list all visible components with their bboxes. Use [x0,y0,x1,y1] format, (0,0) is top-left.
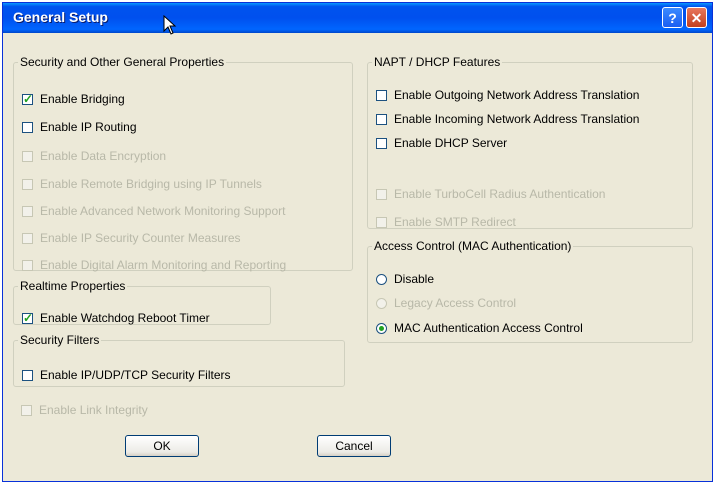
radio-button[interactable] [376,322,387,334]
ok-button[interactable]: OK [125,435,199,457]
security-properties-legend: Security and Other General Properties [20,55,225,69]
checkbox-box[interactable] [376,216,387,228]
checkbox-label: Enable SMTP Redirect [394,215,516,229]
cancel-button[interactable]: Cancel [317,435,391,457]
enable-ip-security-checkbox[interactable]: Enable IP Security Counter Measures [22,230,241,246]
checkbox-label: Enable DHCP Server [394,136,508,150]
enable-security-filters-checkbox[interactable]: Enable IP/UDP/TCP Security Filters [22,367,231,383]
enable-turbocell-radius-checkbox[interactable]: Enable TurboCell Radius Authentication [376,186,605,202]
checkbox-box[interactable] [22,178,33,190]
checkbox-label: Enable IP/UDP/TCP Security Filters [40,368,231,382]
security-filters-legend: Security Filters [20,333,100,347]
checkbox-box[interactable] [22,259,33,271]
title-bar[interactable]: General Setup ? ✕ [3,3,712,33]
checkbox-label: Enable Data Encryption [40,149,167,163]
checkbox-box[interactable] [22,232,33,244]
enable-digital-alarm-checkbox[interactable]: Enable Digital Alarm Monitoring and Repo… [22,257,286,273]
checkbox-box[interactable] [376,137,387,149]
checkbox-box[interactable] [21,404,32,416]
realtime-properties-legend: Realtime Properties [20,279,126,293]
checkbox-box[interactable] [376,89,387,101]
enable-ip-routing-checkbox[interactable]: Enable IP Routing [22,119,137,135]
checkbox-box[interactable] [22,205,33,217]
radio-label: Disable [394,272,435,286]
enable-smtp-redirect-checkbox[interactable]: Enable SMTP Redirect [376,214,516,230]
mouse-cursor-icon [163,15,177,35]
enable-data-encryption-checkbox[interactable]: Enable Data Encryption [22,148,166,164]
napt-dhcp-group: NAPT / DHCP Features Enable Outgoing Net… [367,55,693,229]
enable-bridging-checkbox[interactable]: ✓ Enable Bridging [22,91,125,107]
enable-dhcp-server-checkbox[interactable]: Enable DHCP Server [376,135,507,151]
checkbox-label: Enable Digital Alarm Monitoring and Repo… [40,258,287,272]
help-button[interactable]: ? [662,7,683,28]
access-disable-radio[interactable]: Disable [376,271,434,287]
dialog-title: General Setup [13,9,108,25]
checkbox-box[interactable] [376,188,387,200]
checkbox-label: Enable Link Integrity [39,403,148,417]
checkbox-box[interactable]: ✓ [22,311,33,325]
security-filters-group: Security Filters Enable IP/UDP/TCP Secur… [13,333,345,387]
checkbox-box[interactable]: ✓ [22,92,33,106]
enable-network-monitoring-checkbox[interactable]: Enable Advanced Network Monitoring Suppo… [22,203,285,219]
access-control-legend: Access Control (MAC Authentication) [374,239,572,253]
enable-link-integrity-checkbox[interactable]: Enable Link Integrity [21,402,148,418]
napt-dhcp-legend: NAPT / DHCP Features [374,55,501,69]
enable-remote-bridging-checkbox[interactable]: Enable Remote Bridging using IP Tunnels [22,176,262,192]
radio-button[interactable] [376,273,387,285]
checkbox-label: Enable Outgoing Network Address Translat… [394,88,640,102]
checkbox-label: Enable Bridging [40,92,125,106]
access-legacy-radio[interactable]: Legacy Access Control [376,295,516,311]
general-setup-dialog: General Setup ? ✕ Security and Other Gen… [2,2,713,482]
enable-outgoing-nat-checkbox[interactable]: Enable Outgoing Network Address Translat… [376,87,639,103]
access-control-group: Access Control (MAC Authentication) Disa… [367,239,693,343]
checkbox-box[interactable] [22,369,33,381]
realtime-properties-group: Realtime Properties ✓ Enable Watchdog Re… [13,279,271,325]
enable-incoming-nat-checkbox[interactable]: Enable Incoming Network Address Translat… [376,111,639,127]
radio-button[interactable] [376,297,387,309]
checkbox-label: Enable Incoming Network Address Translat… [394,112,640,126]
checkbox-label: Enable Watchdog Reboot Timer [40,311,210,325]
security-properties-group: Security and Other General Properties ✓ … [13,55,353,273]
checkbox-label: Enable Remote Bridging using IP Tunnels [40,177,262,191]
checkbox-box[interactable] [376,113,387,125]
checkbox-label: Enable Advanced Network Monitoring Suppo… [40,204,286,218]
enable-watchdog-checkbox[interactable]: ✓ Enable Watchdog Reboot Timer [22,310,210,326]
checkbox-label: Enable IP Security Counter Measures [40,231,241,245]
checkbox-label: Enable IP Routing [40,120,137,134]
radio-label: MAC Authentication Access Control [394,321,583,335]
close-button[interactable]: ✕ [686,7,707,28]
checkbox-box[interactable] [22,150,33,162]
checkbox-box[interactable] [22,121,33,133]
radio-label: Legacy Access Control [394,296,517,310]
checkbox-label: Enable TurboCell Radius Authentication [394,187,606,201]
access-mac-auth-radio[interactable]: MAC Authentication Access Control [376,320,583,336]
